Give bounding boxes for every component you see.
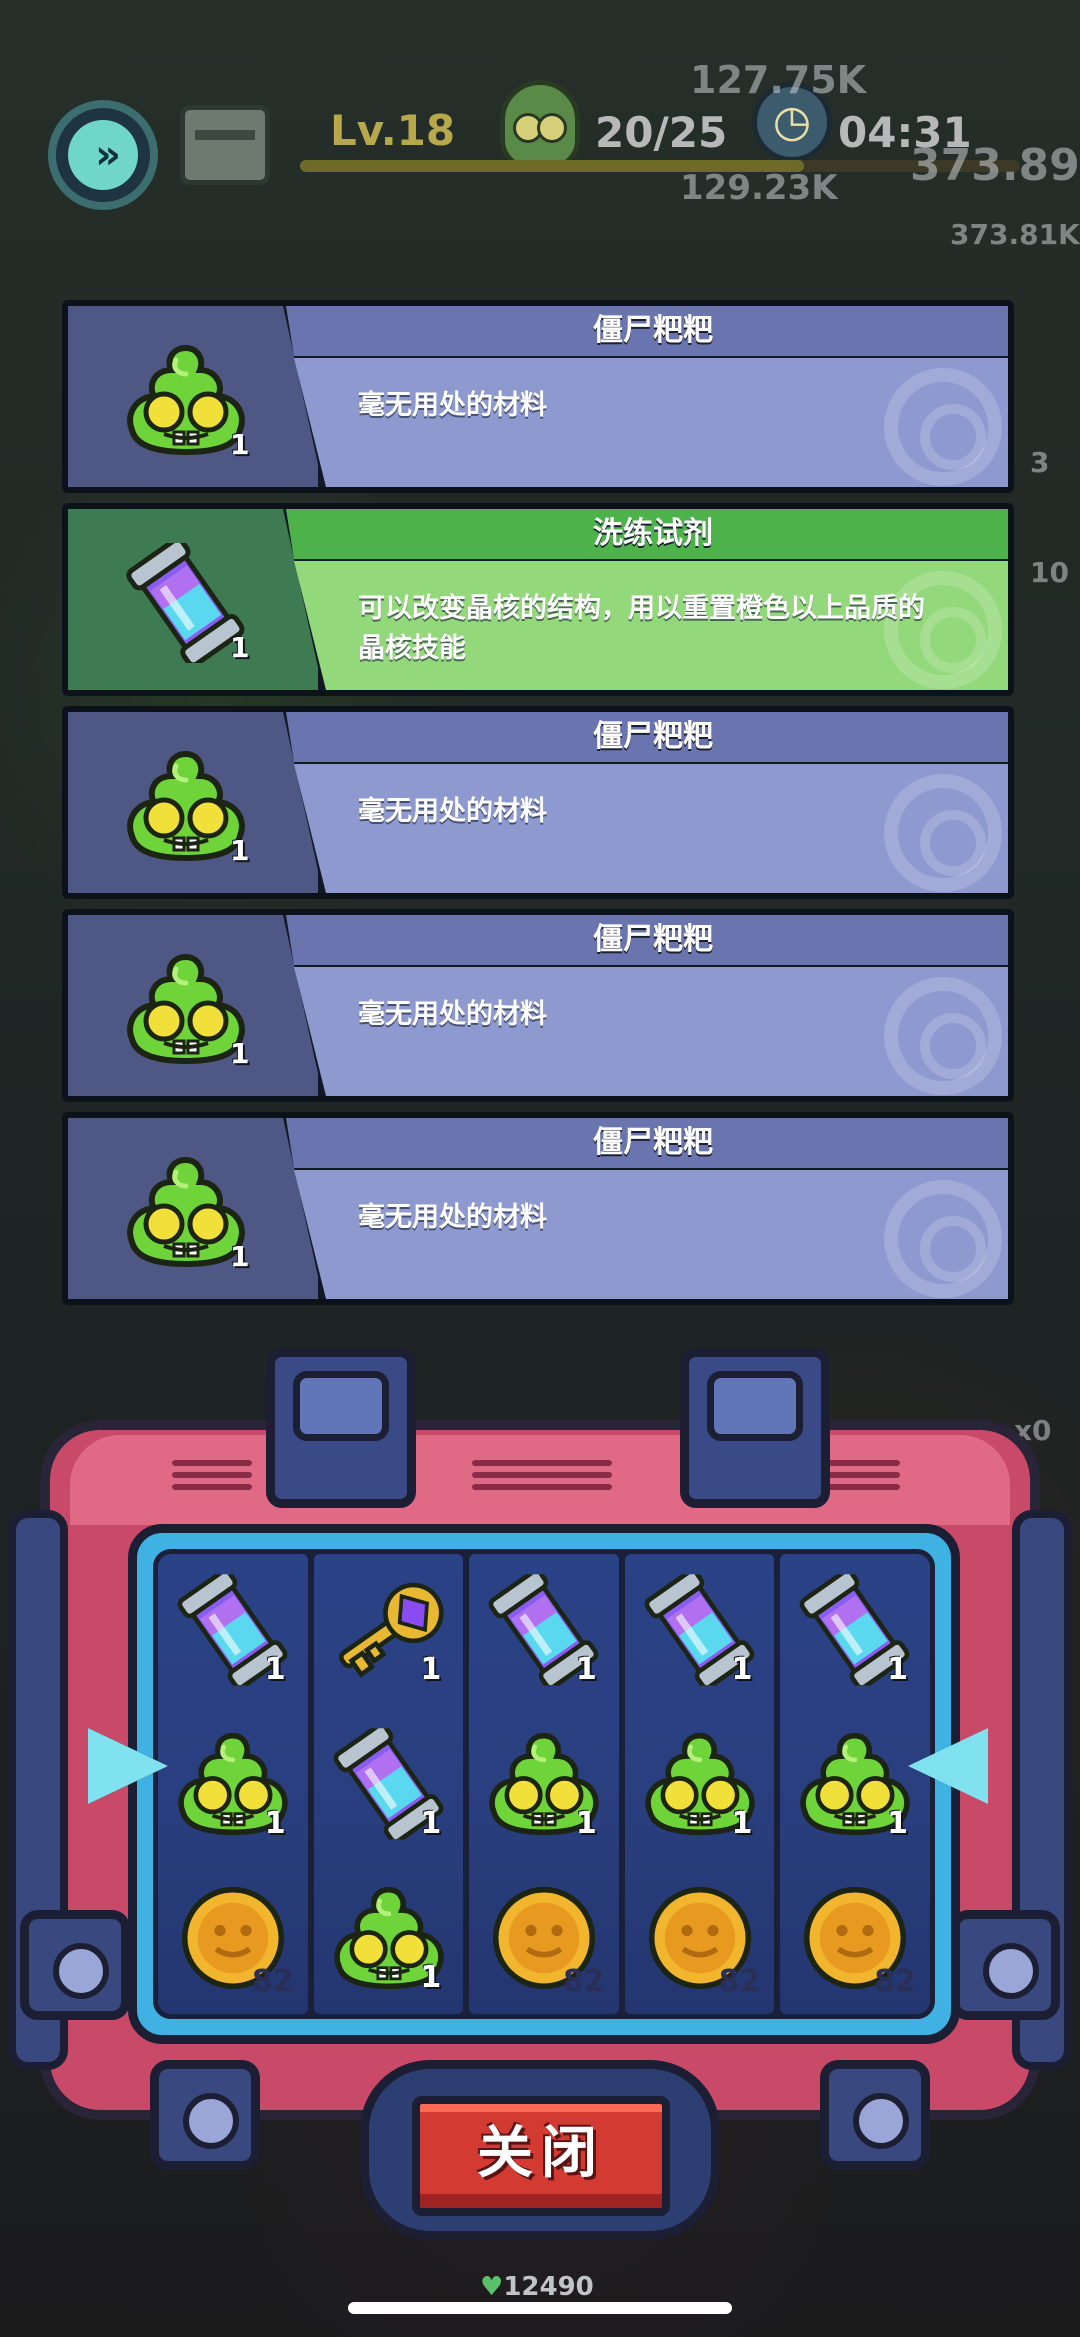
reward-item-card[interactable]: 僵尸粑粑毫无用处的材料 1	[62, 300, 1014, 493]
bg-damage-number: 373.81K	[950, 218, 1080, 251]
reel-cell: 1	[780, 1560, 930, 1710]
bg-counter: 10	[1030, 556, 1069, 589]
reel-cell: 1	[158, 1714, 308, 1864]
item-count: 1	[230, 1240, 250, 1273]
chest-vent	[472, 1460, 612, 1490]
item-description: 毫无用处的材料	[358, 999, 547, 1030]
reel-cell: 1	[314, 1560, 464, 1710]
reward-item-list: 僵尸粑粑 毫无用处的材料 1 洗练试剂 可以改变晶核的结构，用以重置橙色以上品质的晶核技…	[62, 300, 1014, 1315]
reel-cell: 1	[469, 1714, 619, 1864]
item-count: 1	[230, 834, 250, 867]
reel-item-count: 1	[575, 1806, 597, 1841]
reel-item-count: 1	[420, 1960, 442, 1995]
slot-reel: 1 1 1	[313, 1554, 464, 2014]
chest-vent	[172, 1460, 252, 1490]
zombie-wave-icon	[500, 80, 580, 170]
item-name: 洗练试剂	[593, 516, 713, 551]
item-name: 僵尸粑粑	[593, 922, 713, 957]
reel-item-count: 1	[264, 1652, 286, 1687]
slot-reel: 1 1 82	[469, 1554, 619, 2014]
close-button[interactable]: 关闭	[412, 2096, 670, 2216]
reward-item-card[interactable]: 洗练试剂可以改变晶核的结构，用以重置橙色以上品质的晶核技能 1	[62, 503, 1014, 696]
speed-up-button[interactable]: »	[48, 100, 158, 210]
heart-icon: ♥	[480, 2272, 504, 2302]
chest-bolt	[950, 1910, 1060, 2020]
supply-crate-icon[interactable]	[180, 105, 270, 185]
reel-cell: 82	[469, 1868, 619, 2014]
wave-counter: 20/25	[595, 108, 728, 157]
reel-item-count: 1	[420, 1806, 442, 1841]
reel-cell: 1	[314, 1714, 464, 1864]
reward-item-card[interactable]: 僵尸粑粑毫无用处的材料 1	[62, 1112, 1014, 1305]
item-name: 僵尸粑粑	[593, 313, 713, 348]
chest-vent	[820, 1460, 900, 1490]
reel-item-count: 1	[264, 1806, 286, 1841]
slot-reel: 1 1 82	[624, 1554, 775, 2014]
reel-cell: 1	[158, 1560, 308, 1710]
reel-item-count: 1	[731, 1652, 753, 1687]
reel-item-count: 1	[575, 1652, 597, 1687]
slot-reels: 1 1 82 1 1 1 1 1 82 1 1 82 1 1 82	[153, 1549, 935, 2019]
reel-cell: 82	[780, 1868, 930, 2014]
item-description: 毫无用处的材料	[358, 1202, 547, 1233]
item-count: 1	[230, 1037, 250, 1070]
item-count: 1	[230, 631, 250, 664]
slot-reel: 1 1 82	[158, 1554, 308, 2014]
reel-cell: 82	[625, 1868, 775, 2014]
item-name: 僵尸粑粑	[593, 1125, 713, 1160]
item-description: 可以改变晶核的结构，用以重置橙色以上品质的晶核技能	[358, 593, 925, 664]
item-description: 毫无用处的材料	[358, 390, 547, 421]
reel-item-count: 82	[874, 1964, 916, 1999]
reel-cell: 82	[158, 1868, 308, 2014]
reel-item-count: 1	[887, 1806, 908, 1841]
right-pointer-arrow	[908, 1728, 988, 1804]
reward-item-card[interactable]: 僵尸粑粑毫无用处的材料 1	[62, 706, 1014, 899]
hearts-count: 12490	[503, 2272, 594, 2302]
bg-damage-number: 373.89	[910, 140, 1080, 191]
reel-item-count: 1	[731, 1806, 753, 1841]
hearts-counter: ♥12490	[480, 2272, 594, 2302]
reel-cell: 1	[625, 1714, 775, 1864]
reel-cell: 1	[469, 1560, 619, 1710]
reel-item-count: 82	[718, 1964, 761, 1999]
item-name: 僵尸粑粑	[593, 719, 713, 754]
left-pointer-arrow	[88, 1728, 168, 1804]
reward-chest: 1 1 82 1 1 1 1 1 82 1 1 82 1 1 82 关闭	[0, 1340, 1080, 2337]
chest-bolt	[820, 2060, 930, 2170]
hud: » Lv.18 20/25 ◷ 04:31 127.75K 129.23K 37…	[0, 0, 1080, 210]
bg-damage-number: 127.75K	[690, 58, 867, 102]
reel-cell: 1	[314, 1868, 464, 2014]
slot-machine-frame: 1 1 82 1 1 1 1 1 82 1 1 82 1 1 82	[128, 1524, 960, 2044]
chest-bolt	[20, 1910, 130, 2020]
item-description: 毫无用处的材料	[358, 796, 547, 827]
chest-bolt	[150, 2060, 260, 2170]
reel-cell: 1	[625, 1560, 775, 1710]
reel-item-count: 1	[420, 1652, 442, 1687]
reel-item-count: 1	[887, 1652, 908, 1687]
reward-item-card[interactable]: 僵尸粑粑毫无用处的材料 1	[62, 909, 1014, 1102]
item-count: 1	[230, 428, 250, 461]
reel-item-count: 82	[251, 1964, 294, 1999]
chest-clamp	[266, 1348, 416, 1508]
fast-forward-icon: »	[68, 120, 138, 190]
home-indicator[interactable]	[348, 2302, 732, 2314]
bg-counter: 3	[1030, 446, 1050, 479]
level-label: Lv.18	[330, 106, 456, 155]
chest-clamp	[680, 1348, 830, 1508]
reel-item-count: 82	[563, 1964, 605, 1999]
bg-damage-number: 129.23K	[680, 168, 838, 208]
